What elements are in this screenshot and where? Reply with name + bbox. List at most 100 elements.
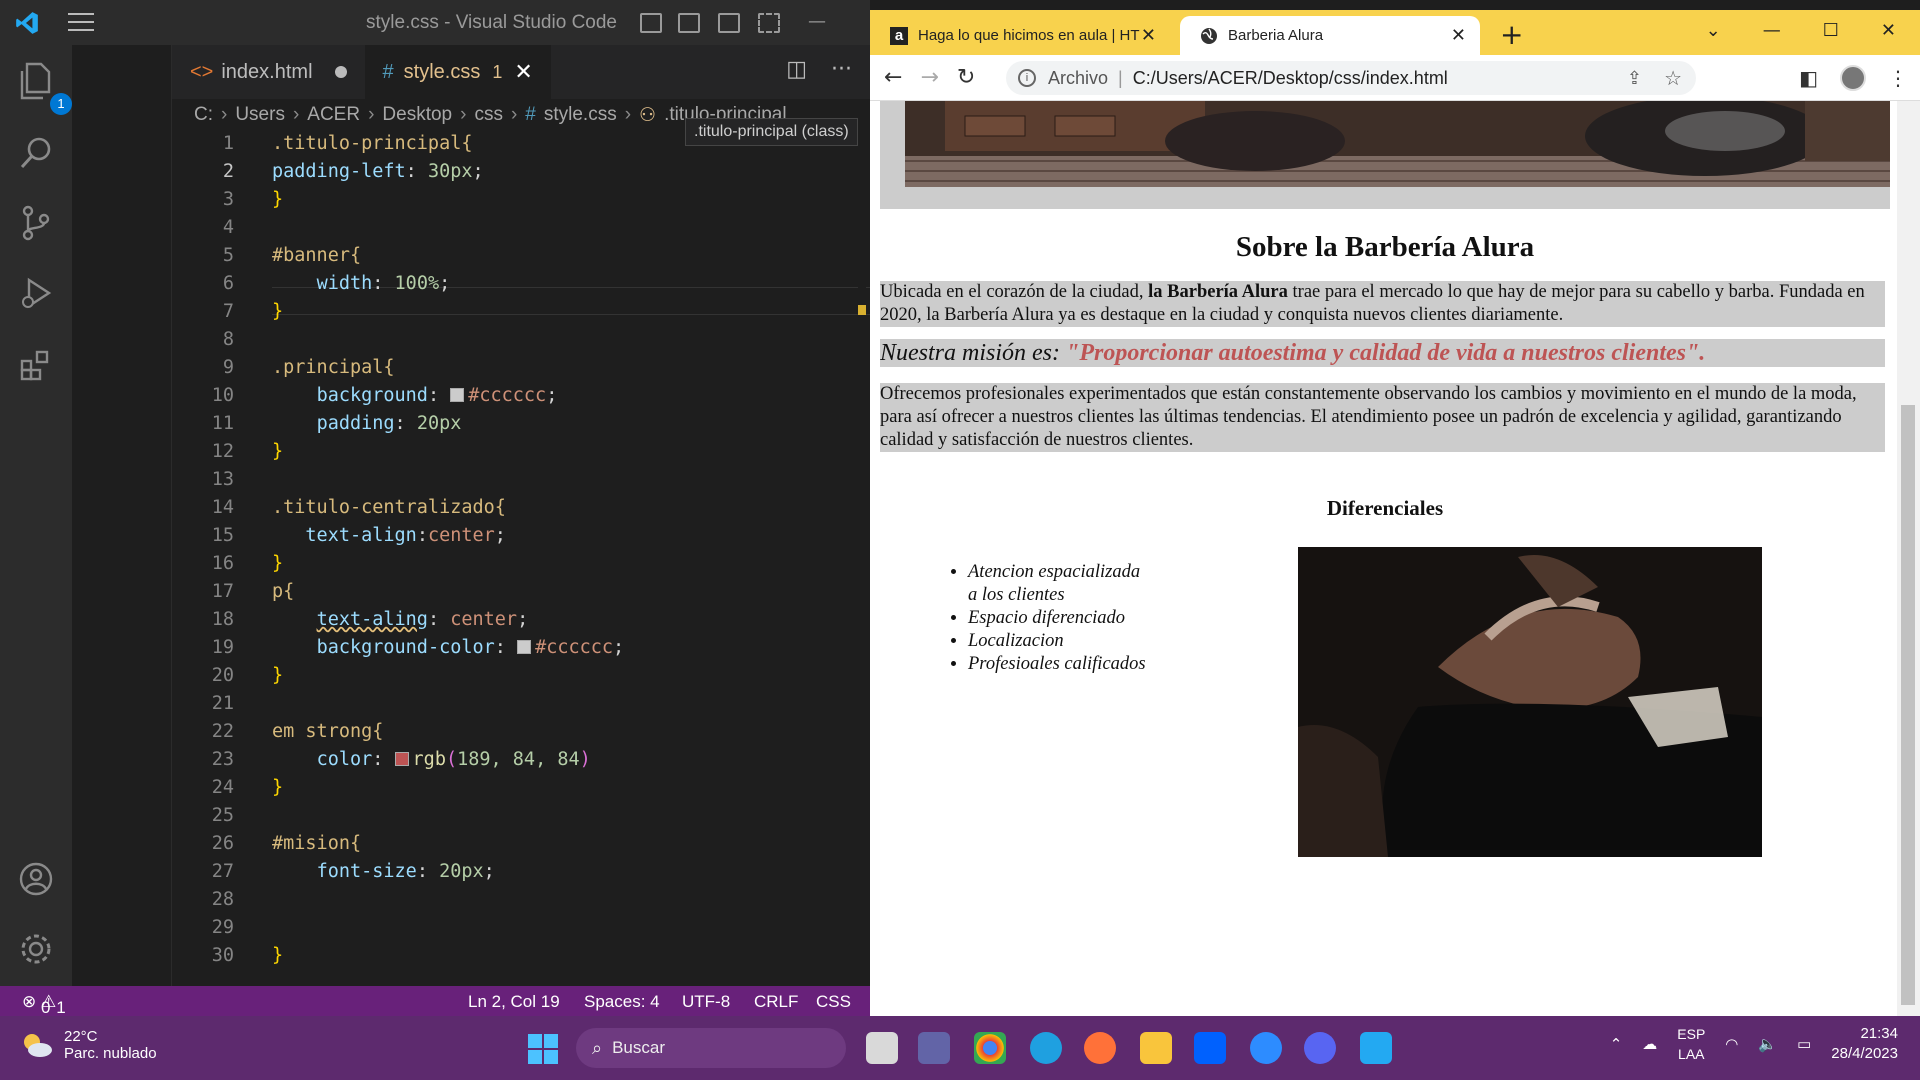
breadcrumb-item[interactable]: Desktop [382,104,452,126]
minimize-icon[interactable]: — [1763,20,1781,41]
editor-scrollbar[interactable] [858,131,866,986]
diferenciales-list: Atencion espacializada a los clientes Es… [950,561,1150,676]
menu-icon[interactable] [68,13,94,31]
firefox-icon[interactable] [1084,1032,1116,1064]
indentation[interactable]: Spaces: 4 [584,992,660,1012]
breadcrumb-item[interactable]: style.css [544,104,617,126]
dropbox-icon[interactable] [1194,1032,1226,1064]
customize-layout-icon[interactable] [758,13,780,33]
tab-index-html[interactable]: <> index.html [172,45,365,99]
search-placeholder: Buscar [612,1038,666,1057]
breadcrumb-item[interactable]: ACER [307,104,360,126]
list-item: Localizacion [968,630,1150,653]
status-bar: ⊗ 0 ⚠ 1 Ln 2, Col 19 Spaces: 4 UTF-8 CRL… [0,986,870,1017]
close-tab-icon[interactable]: ✕ [1141,25,1156,46]
color-swatch[interactable] [450,388,465,402]
temperature: 22°C [64,1028,98,1045]
discord-icon[interactable] [1304,1032,1336,1064]
clock[interactable]: 21:34 28/4/2023 [1831,1024,1898,1064]
profile-avatar[interactable] [1840,65,1866,91]
edge-icon[interactable] [1030,1032,1062,1064]
page-scrollbar-thumb[interactable] [1901,405,1915,1005]
input-language[interactable]: ESP LAA [1677,1024,1705,1064]
address-bar[interactable]: i Archivo | C:/Users/ACER/Desktop/css/in… [1006,61,1696,95]
desktop-screen: style.css - Visual Studio Code — 1 <> in… [0,0,1920,1080]
volume-icon[interactable]: 🔈 [1758,1035,1777,1053]
close-tab-icon[interactable]: ✕ [1451,25,1466,46]
color-swatch[interactable] [394,752,409,766]
code-property: background [316,385,428,406]
task-view-icon[interactable] [866,1032,898,1064]
breadcrumb-item[interactable]: C: [194,104,213,126]
accounts-icon[interactable] [14,857,58,901]
cursor-position[interactable]: Ln 2, Col 19 [468,992,560,1012]
reload-icon[interactable]: ↻ [957,65,975,90]
share-icon[interactable]: ⇪ [1627,68,1642,89]
language-mode[interactable]: CSS [816,992,851,1012]
breadcrumb-item[interactable]: Users [235,104,285,126]
line-ending[interactable]: CRLF [754,992,798,1012]
problems-indicator[interactable]: ⊗ 0 ⚠ 1 [22,992,66,1017]
toggle-sidebar-icon[interactable] [640,13,662,33]
close-tab-icon[interactable]: ✕ [514,59,532,85]
bookmark-star-icon[interactable]: ☆ [1664,66,1682,91]
manage-gear-icon[interactable] [14,927,58,971]
toggle-panel-icon[interactable] [678,13,700,33]
line-number: 21 [211,693,234,714]
color-swatch[interactable] [517,640,532,654]
code-property: text-align [305,525,417,546]
code-value: 20px [439,861,484,882]
extensions-icon[interactable] [14,343,58,387]
diferenciales-heading: Diferenciales [1326,496,1444,520]
battery-icon[interactable]: ▭ [1797,1035,1811,1053]
browser-tab-barberia[interactable]: Barberia Alura ✕ [1180,16,1480,55]
start-windows-icon[interactable] [528,1034,558,1064]
minimize-icon[interactable]: — [808,11,826,32]
teams-icon[interactable] [918,1032,950,1064]
zoom-icon[interactable] [1250,1032,1282,1064]
browser-tab-alura[interactable]: a Haga lo que hicimos en aula | HT ✕ [870,16,1170,55]
code-selector: em strong{ [272,721,384,742]
new-tab-icon[interactable]: + [1500,18,1523,51]
onedrive-cloud-icon[interactable]: ☁ [1642,1035,1657,1053]
web-page: Sobre la Barbería Alura Ubicada en el co… [880,101,1905,1016]
code-brace: } [272,777,284,798]
chrome-tab-strip: a Haga lo que hicimos en aula | HT ✕ Bar… [870,10,1920,55]
source-control-icon[interactable] [14,201,58,245]
chrome-menu-icon[interactable]: ⋮ [1888,66,1908,90]
tab-style-css[interactable]: # style.css 1 ✕ [364,45,551,99]
vscode-taskbar-icon[interactable] [1360,1032,1392,1064]
encoding[interactable]: UTF-8 [682,992,730,1012]
run-debug-icon[interactable] [14,271,58,315]
weather-widget[interactable]: 22°C Parc. nublado [20,1028,157,1062]
search-icon[interactable] [14,131,58,175]
info-icon[interactable]: i [1018,69,1036,87]
window-title: style.css - Visual Studio Code [366,12,617,33]
close-window-icon[interactable]: ✕ [1881,20,1896,41]
explorer-icon[interactable]: 1 [14,59,72,115]
chrome-taskbar-icon[interactable] [974,1032,1006,1064]
address-url[interactable]: C:/Users/ACER/Desktop/css/index.html [1133,68,1448,89]
code-property: padding-left [272,161,406,182]
line-number: 8 [222,329,234,350]
more-actions-icon[interactable]: ··· [831,57,852,82]
tab-label: style.css [403,60,481,83]
maximize-icon[interactable]: ☐ [1823,20,1839,41]
tab-search-chevron-icon[interactable]: ⌄ [1706,20,1721,41]
mission-paragraph: Nuestra misión es: "Proporcionar autoest… [880,339,1885,367]
toggle-secondary-sidebar-icon[interactable] [718,13,740,33]
taskbar-search[interactable]: ⌕ Buscar [576,1028,846,1068]
wifi-icon[interactable]: ◠ [1725,1035,1738,1053]
split-editor-icon[interactable]: ◫ [786,57,807,82]
side-panel-icon[interactable]: ◧ [1799,66,1818,90]
show-hidden-icons-chevron-icon[interactable]: ⌃ [1610,1035,1623,1053]
line-number: 29 [211,917,234,938]
tab-title: Haga lo que hicimos en aula | HT [918,27,1140,44]
code-editor[interactable]: 1 .titulo-principal{ 2 padding-left: 30px;… [172,131,1002,986]
sidebar-gutter [72,45,172,986]
forward-arrow-icon[interactable]: → [920,65,938,90]
file-explorer-icon[interactable] [1140,1032,1172,1064]
back-arrow-icon[interactable]: ← [884,65,902,90]
editor-actions: ◫ ··· [786,57,852,82]
breadcrumb-item[interactable]: css [474,104,503,126]
